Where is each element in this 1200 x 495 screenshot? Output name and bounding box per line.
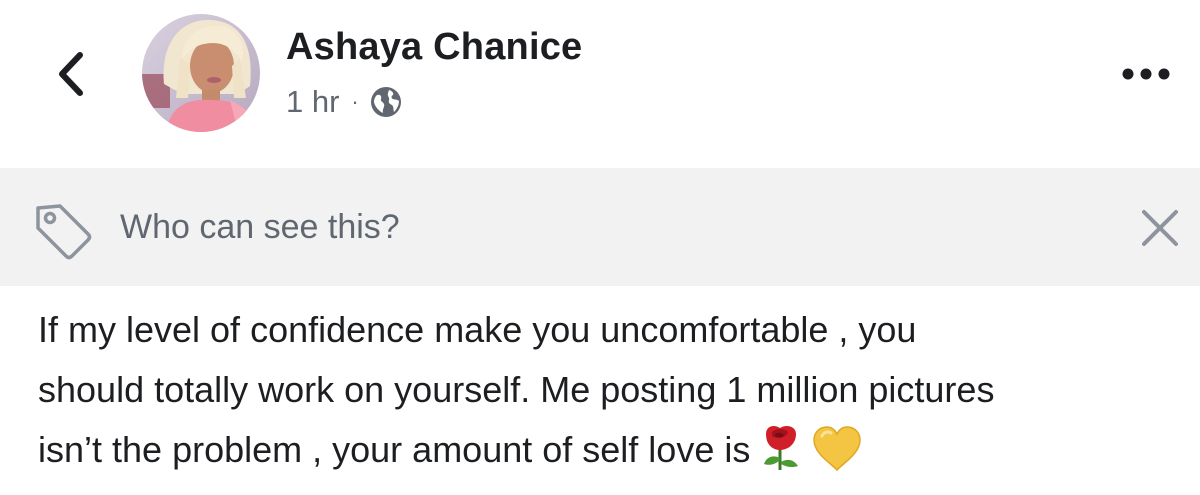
post-text: If my level of confidence make you uncom… — [38, 300, 1188, 480]
yellow-heart-emoji-icon — [813, 426, 862, 472]
post-page: Ashaya Chanice 1 hr · Who can see this? — [0, 0, 1200, 495]
chevron-left-icon — [59, 52, 83, 96]
more-options-button[interactable] — [1118, 56, 1174, 92]
profile-photo — [142, 14, 260, 132]
post-text-line: should totally work on yourself. Me post… — [38, 369, 995, 410]
audience-bar[interactable]: Who can see this? — [0, 168, 1200, 286]
post-text-line-last: isn’t the problem , your amount of self … — [38, 420, 1188, 480]
tag-icon — [36, 204, 92, 260]
rose-emoji-icon — [764, 426, 799, 470]
more-dots-icon — [1122, 68, 1170, 80]
close-icon[interactable] — [1138, 206, 1182, 250]
meta-separator: · — [351, 89, 359, 114]
globe-icon[interactable] — [369, 85, 403, 119]
avatar[interactable] — [142, 14, 260, 132]
post-header: Ashaya Chanice 1 hr · — [0, 0, 1200, 168]
post-text-line-content: isn’t the problem , your amount of self … — [38, 429, 751, 470]
author-name[interactable]: Ashaya Chanice — [286, 26, 582, 69]
back-button[interactable] — [46, 44, 96, 104]
post-meta: 1 hr · — [286, 82, 403, 122]
post-time[interactable]: 1 hr — [286, 84, 339, 120]
audience-prompt[interactable]: Who can see this? — [120, 208, 400, 247]
post-text-line: If my level of confidence make you uncom… — [38, 309, 917, 350]
